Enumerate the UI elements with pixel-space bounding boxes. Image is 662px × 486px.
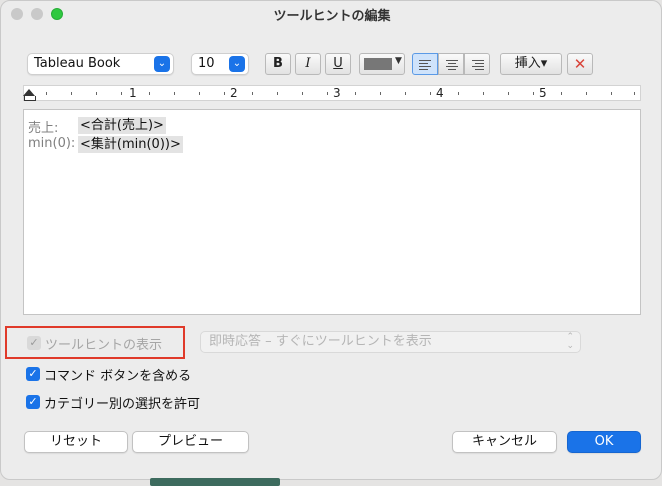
- text-color-button[interactable]: ▼: [359, 53, 405, 75]
- reset-button[interactable]: リセット: [24, 431, 128, 453]
- updown-chevron-icon: ⌃ ⌄: [566, 332, 574, 351]
- allow-category-select-checkbox[interactable]: ✓: [26, 395, 40, 409]
- tooltip-behavior-select[interactable]: 即時応答 – すぐにツールヒントを表示 ⌃ ⌄: [200, 331, 581, 353]
- close-icon: ✕: [573, 55, 587, 73]
- show-tooltips-checkbox[interactable]: ✓: [27, 336, 41, 350]
- ruler-mark: 5: [539, 86, 547, 100]
- background-window-strip: [150, 478, 280, 486]
- ok-button[interactable]: OK: [567, 431, 641, 453]
- ruler-mark: 4: [436, 86, 444, 100]
- title-bar: ツールヒントの編集: [1, 1, 661, 27]
- editor-label: 売上:: [28, 121, 59, 136]
- include-command-buttons-checkbox[interactable]: ✓: [26, 367, 40, 381]
- field-token[interactable]: <集計(min(0))>: [78, 136, 183, 153]
- ruler-mark: 2: [230, 86, 238, 100]
- bold-button[interactable]: B: [265, 53, 291, 75]
- font-family-value: Tableau Book: [34, 56, 121, 71]
- allow-category-select-label: カテゴリー別の選択を許可: [44, 397, 201, 412]
- align-right-button[interactable]: [464, 53, 490, 75]
- ruler-mark: 3: [333, 86, 341, 100]
- chevron-down-icon: ⌄: [154, 56, 170, 72]
- underline-button[interactable]: U: [325, 53, 351, 75]
- include-command-buttons-label: コマンド ボタンを含める: [44, 369, 192, 384]
- align-center-button[interactable]: [438, 53, 464, 75]
- font-family-select[interactable]: Tableau Book ⌄: [27, 53, 174, 75]
- chevron-down-icon: ⌄: [229, 56, 245, 72]
- font-size-select[interactable]: 10 ⌄: [191, 53, 249, 75]
- dialog-title: ツールヒントの編集: [273, 9, 391, 24]
- editor-label: min(0):: [28, 136, 76, 151]
- clear-formatting-button[interactable]: ✕: [567, 53, 593, 75]
- indent-marker-icon[interactable]: [23, 89, 35, 96]
- insert-menu-button[interactable]: 挿入▾: [500, 53, 562, 75]
- color-swatch: [364, 58, 392, 70]
- show-tooltips-label: ツールヒントの表示: [45, 338, 163, 353]
- align-left-button[interactable]: [412, 53, 438, 75]
- cancel-button[interactable]: キャンセル: [452, 431, 557, 453]
- field-token[interactable]: <合計(売上)>: [78, 117, 166, 134]
- font-size-value: 10: [198, 56, 215, 71]
- chevron-down-icon: ▼: [395, 56, 402, 66]
- ruler-mark: 1: [129, 86, 137, 100]
- indent-marker-base: [24, 96, 36, 101]
- tooltip-editor-dialog: ツールヒントの編集 Tableau Book ⌄ 10 ⌄ B I U ▼ 挿入…: [0, 0, 662, 480]
- italic-button[interactable]: I: [295, 53, 321, 75]
- ruler: 1 2 3 4 5: [23, 85, 641, 101]
- tooltip-behavior-value: 即時応答 – すぐにツールヒントを表示: [209, 334, 432, 349]
- tooltip-text-editor[interactable]: 売上: <合計(売上)> min(0): <集計(min(0))>: [23, 109, 641, 315]
- preview-button[interactable]: プレビュー: [132, 431, 249, 453]
